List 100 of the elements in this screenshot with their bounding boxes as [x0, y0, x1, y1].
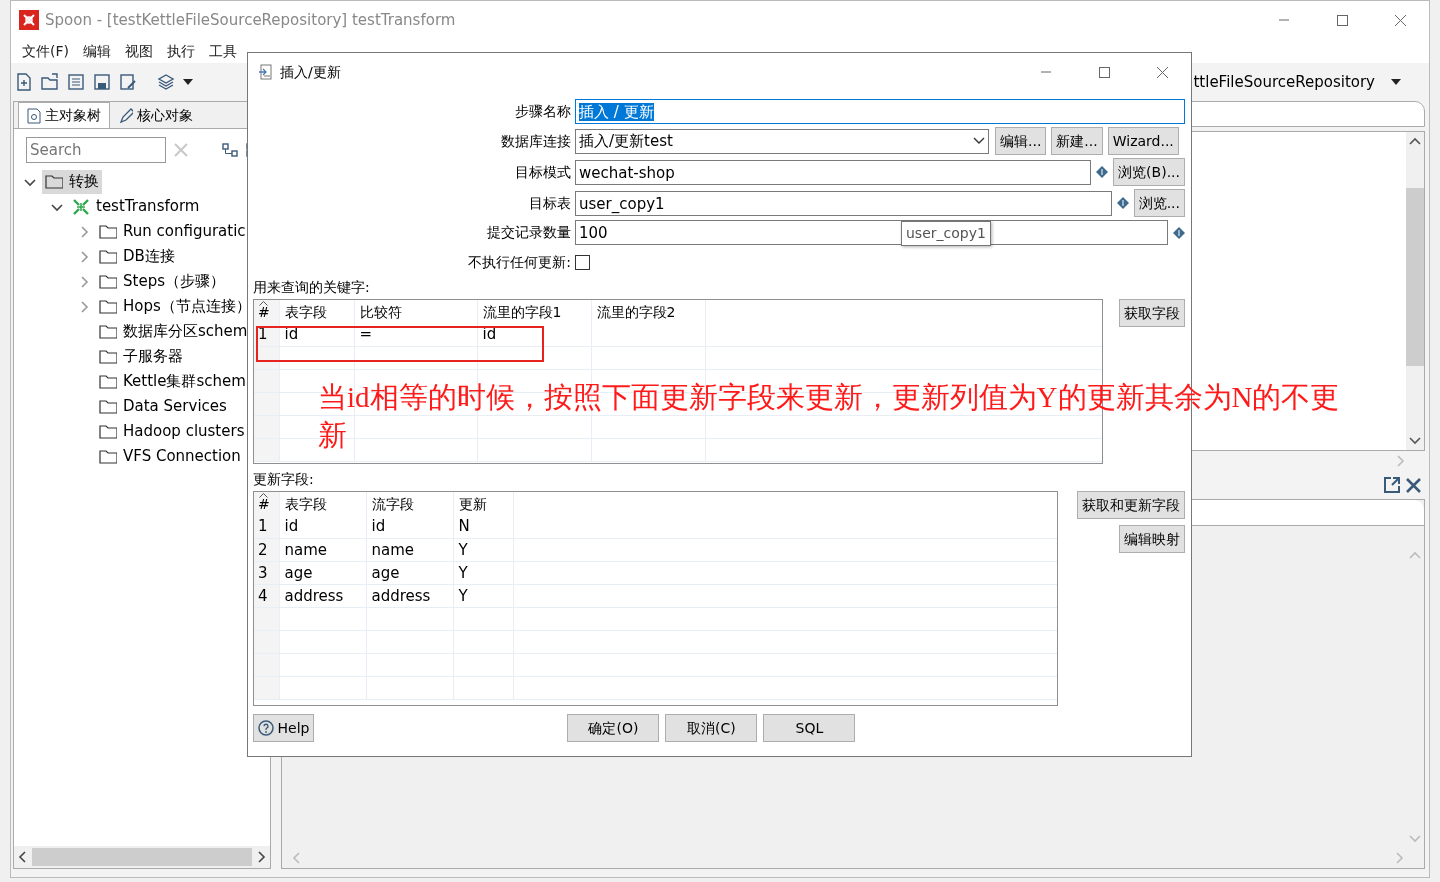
tree-item[interactable]: Hadoop clusters [96, 419, 248, 444]
maximize-button[interactable] [1097, 65, 1111, 79]
tree-item[interactable]: Steps（步骤） [96, 269, 228, 294]
dropdown-field[interactable]: 插入/更新test [575, 128, 989, 154]
column-header[interactable]: 比较符 [359, 303, 402, 320]
variable-icon[interactable] [1116, 197, 1129, 209]
horizontal-scrollbar[interactable] [14, 846, 270, 868]
document-search-icon [27, 107, 41, 124]
item-label: Data Services [123, 396, 227, 418]
dialog-title: 插入/更新 [280, 62, 341, 82]
layers-icon[interactable] [157, 73, 175, 91]
column-header[interactable]: 表字段 [284, 495, 327, 512]
new-file-icon[interactable] [15, 73, 33, 91]
item-label: 子服务器 [123, 346, 183, 368]
column-header[interactable]: 更新 [458, 495, 487, 512]
tree-item[interactable]: Hops（节点连接） [96, 294, 254, 319]
action-button[interactable]: 新建... [1051, 127, 1103, 155]
tree-item[interactable]: testTransform [69, 194, 203, 219]
close-button[interactable] [1155, 65, 1169, 79]
app-logo-icon [19, 10, 39, 30]
column-header[interactable]: 表字段 [284, 303, 327, 320]
sort-icon[interactable] [259, 301, 268, 306]
menu-item[interactable]: 文件(F) [15, 39, 76, 63]
folder-icon [99, 322, 117, 341]
maximize-panel-icon[interactable] [1384, 477, 1402, 493]
input-field[interactable]: wechat-shop [575, 159, 1092, 185]
chevron-right-icon[interactable] [78, 275, 90, 288]
action-button[interactable]: 浏览(B)... [1113, 158, 1185, 186]
menu-item[interactable]: 编辑 [76, 39, 118, 63]
tree-item[interactable]: 数据库分区schem [96, 319, 251, 344]
folder-icon [99, 297, 117, 316]
table-cell: address [371, 586, 431, 605]
item-label: Hops（节点连接） [123, 296, 251, 318]
chevron-right-icon[interactable] [78, 225, 90, 238]
field-label: 目标模式 [514, 162, 572, 182]
action-button[interactable]: 获取字段 [1119, 299, 1185, 327]
menu-item[interactable]: 工具 [202, 39, 244, 63]
table-cell: name [371, 540, 415, 559]
tree-item[interactable]: Kettle集群schem [96, 369, 249, 394]
item-label: 转换 [69, 171, 99, 193]
search-field[interactable]: Search [26, 137, 166, 163]
scroll-left-icon[interactable] [18, 851, 26, 863]
tree-item[interactable]: VFS Connection [96, 444, 244, 469]
variable-icon[interactable] [1173, 226, 1185, 239]
chevron-right-icon[interactable] [78, 250, 90, 263]
dropdown-caret-icon[interactable] [1391, 79, 1401, 85]
tab-label: 核心对象 [137, 106, 193, 125]
open-folder-icon[interactable] [41, 73, 59, 91]
expand-all-icon[interactable] [222, 143, 238, 157]
action-button[interactable]: 浏览... [1133, 189, 1185, 217]
vertical-scrollbar[interactable] [1406, 132, 1424, 450]
table-cell: name [284, 540, 328, 559]
field-label: 数据库连接 [500, 131, 572, 151]
row-number: 4 [258, 586, 268, 605]
tree-item[interactable]: DB连接 [96, 244, 178, 269]
action-button[interactable]: Wizard... [1107, 127, 1179, 155]
column-header[interactable]: 流里的字段1 [482, 303, 562, 320]
panel-tab[interactable]: 主对象树 [18, 102, 110, 128]
close-button[interactable] [1393, 13, 1407, 27]
section-label: 用来查询的关键字: [253, 278, 371, 296]
folder-icon [99, 222, 117, 241]
sort-icon[interactable] [259, 493, 268, 498]
checkbox[interactable] [575, 255, 590, 270]
tree-item[interactable]: 子服务器 [96, 344, 186, 369]
panel-tab[interactable]: 核心对象 [110, 102, 202, 128]
action-button[interactable]: 获取和更新字段 [1077, 491, 1185, 519]
input-field[interactable]: 插入 / 更新 [575, 99, 1185, 124]
item-label: VFS Connection [123, 446, 241, 468]
save-icon[interactable] [93, 73, 111, 91]
table-cell: Y [458, 540, 468, 559]
chevron-right-icon[interactable] [78, 300, 90, 313]
table-cell: id [482, 325, 497, 344]
tree-item[interactable]: Data Services [96, 394, 230, 419]
folder-icon [45, 172, 63, 191]
menu-item[interactable]: 视图 [118, 39, 160, 63]
action-button[interactable]: 编辑... [995, 127, 1047, 155]
table-cell: N [458, 517, 470, 536]
tree-item[interactable]: 转换 [42, 169, 102, 194]
help-button[interactable]: Help [253, 714, 315, 742]
input-field[interactable]: user_copy1 [575, 190, 1112, 216]
action-button[interactable]: SQL [763, 714, 856, 742]
maximize-button[interactable] [1335, 13, 1349, 27]
tooltip: user_copy1 [901, 221, 991, 246]
item-label: testTransform [96, 196, 200, 218]
row-number: 3 [258, 563, 268, 582]
save-as-icon[interactable] [119, 73, 137, 91]
tree-item[interactable]: Run configuratic [96, 219, 249, 244]
scroll-right-icon[interactable] [258, 851, 266, 863]
column-header[interactable]: 流里的字段2 [596, 303, 676, 320]
folder-icon [99, 347, 117, 366]
column-header[interactable]: 流字段 [371, 495, 414, 512]
variable-icon[interactable] [1096, 166, 1109, 178]
action-button[interactable]: 确定(O) [567, 714, 660, 742]
list-icon[interactable] [67, 73, 85, 91]
action-button[interactable]: 编辑映射 [1119, 525, 1185, 553]
caret-icon[interactable] [183, 79, 193, 85]
action-button[interactable]: 取消(C) [665, 714, 758, 742]
close-icon[interactable] [1406, 477, 1421, 493]
menu-item[interactable]: 执行 [160, 39, 202, 63]
folder-icon [99, 247, 117, 266]
